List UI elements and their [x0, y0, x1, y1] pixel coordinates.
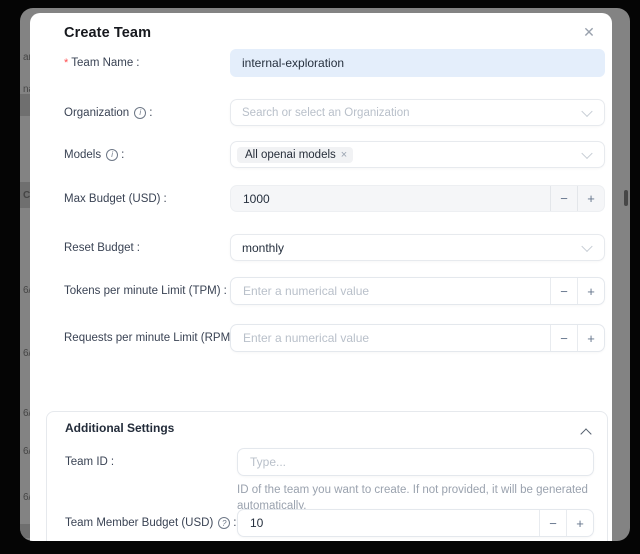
- close-icon[interactable]: ✕: [579, 22, 599, 42]
- dimmed-background-page: am nar Cr 6/2 6/2 6/2 6/1 6/1 Create Tea…: [20, 8, 630, 541]
- rpm-label: Requests per minute Limit (RPM) :: [64, 324, 224, 352]
- chevron-down-icon: [581, 240, 592, 251]
- tpm-input[interactable]: [231, 278, 548, 304]
- tpm-stepper: − +: [230, 277, 605, 305]
- modal-title: Create Team: [64, 25, 151, 41]
- info-icon[interactable]: i: [106, 149, 118, 161]
- decrement-icon[interactable]: −: [550, 278, 577, 304]
- decrement-icon[interactable]: −: [550, 325, 577, 351]
- create-team-modal: Create Team ✕ * Team Name : Organization…: [30, 13, 612, 541]
- increment-icon[interactable]: +: [566, 510, 593, 536]
- organization-label: Organization i :: [64, 99, 224, 126]
- additional-settings-title[interactable]: Additional Settings: [65, 421, 174, 435]
- organization-select[interactable]: Search or select an Organization: [230, 99, 605, 126]
- team-id-label: Team ID :: [65, 448, 114, 476]
- team-member-budget-stepper: − +: [237, 509, 594, 537]
- max-budget-stepper: − +: [230, 185, 605, 212]
- decrement-icon[interactable]: −: [550, 186, 577, 211]
- team-name-input[interactable]: [230, 49, 605, 77]
- organization-placeholder: Search or select an Organization: [242, 107, 409, 119]
- question-icon[interactable]: ?: [218, 517, 230, 529]
- models-label: Models i :: [64, 141, 224, 168]
- models-select[interactable]: All openai models ×: [230, 141, 605, 168]
- tpm-label: Tokens per minute Limit (TPM) :: [64, 277, 224, 305]
- reset-budget-value: monthly: [242, 241, 284, 255]
- team-member-budget-label: Team Member Budget (USD) ? :: [65, 509, 236, 537]
- chevron-down-icon: [581, 147, 592, 158]
- increment-icon[interactable]: +: [577, 186, 604, 211]
- max-budget-input[interactable]: [231, 186, 548, 211]
- info-icon[interactable]: i: [134, 107, 146, 119]
- model-tag: All openai models ×: [237, 147, 353, 163]
- team-id-input[interactable]: [237, 448, 594, 476]
- chevron-up-icon[interactable]: [580, 428, 591, 439]
- remove-tag-icon[interactable]: ×: [341, 149, 347, 161]
- scrollbar-thumb[interactable]: [624, 190, 628, 206]
- max-budget-label: Max Budget (USD) :: [64, 185, 224, 212]
- team-member-budget-input[interactable]: [238, 510, 537, 536]
- increment-icon[interactable]: +: [577, 278, 604, 304]
- reset-budget-label: Reset Budget :: [64, 234, 224, 261]
- reset-budget-select[interactable]: monthly: [230, 234, 605, 261]
- rpm-input[interactable]: [231, 325, 548, 351]
- rpm-stepper: − +: [230, 324, 605, 352]
- decrement-icon[interactable]: −: [539, 510, 566, 536]
- chevron-down-icon: [581, 105, 592, 116]
- team-name-label: * Team Name :: [64, 49, 224, 77]
- required-mark: *: [64, 57, 68, 69]
- increment-icon[interactable]: +: [577, 325, 604, 351]
- additional-settings-panel: Additional Settings Team ID : ID of the …: [46, 411, 608, 541]
